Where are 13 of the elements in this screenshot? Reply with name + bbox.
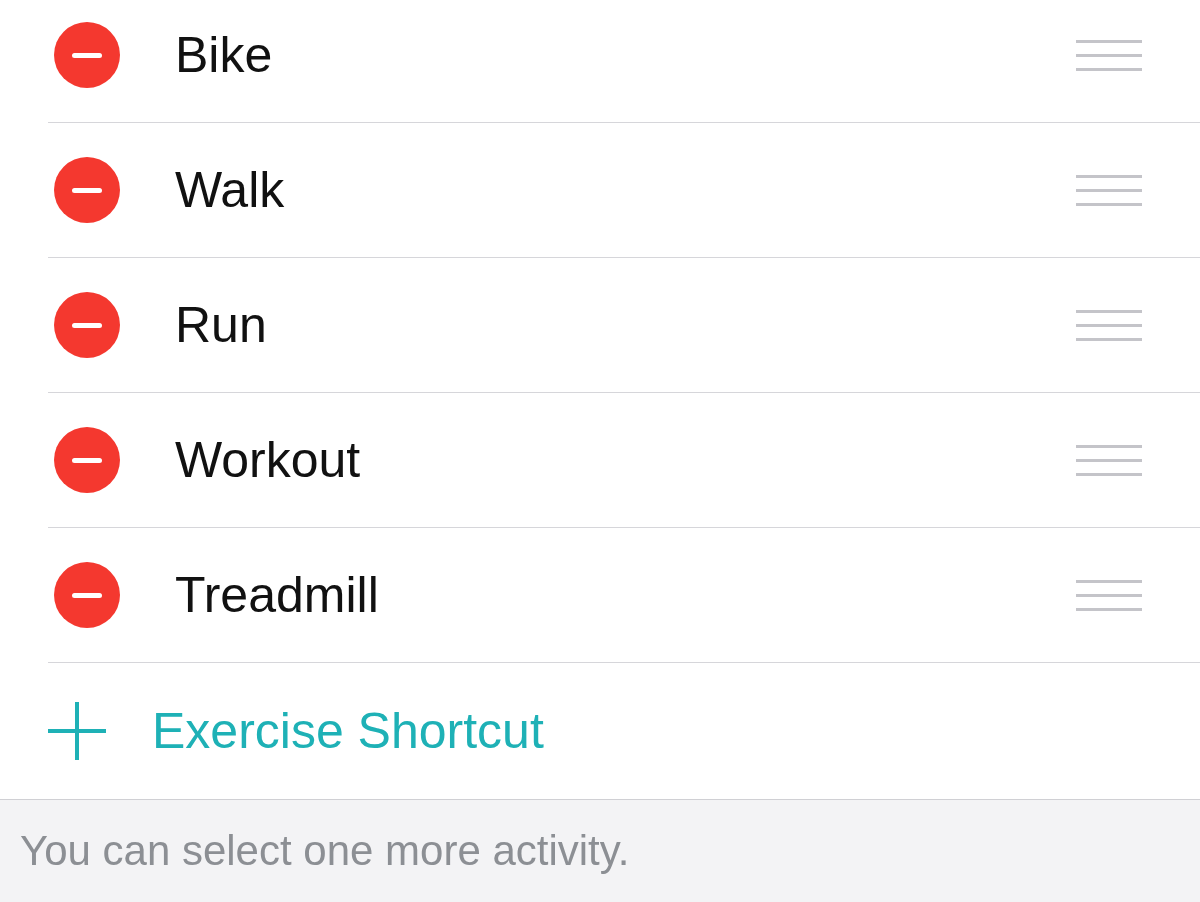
drag-handle-icon[interactable] — [1076, 444, 1142, 476]
activity-label: Workout — [175, 435, 362, 485]
drag-handle-icon[interactable] — [1076, 579, 1142, 611]
activity-label: Run — [175, 300, 268, 350]
add-exercise-shortcut-button[interactable]: Exercise Shortcut — [0, 663, 1200, 799]
drag-handle-icon[interactable] — [1076, 39, 1142, 71]
activity-label: Bike — [175, 30, 274, 80]
plus-icon — [48, 702, 106, 760]
footer-note: You can select one more activity. — [20, 830, 630, 872]
drag-handle-icon[interactable] — [1076, 309, 1142, 341]
activity-label: Walk — [175, 165, 286, 215]
drag-handle-icon[interactable] — [1076, 174, 1142, 206]
activity-label: Treadmill — [175, 570, 380, 620]
